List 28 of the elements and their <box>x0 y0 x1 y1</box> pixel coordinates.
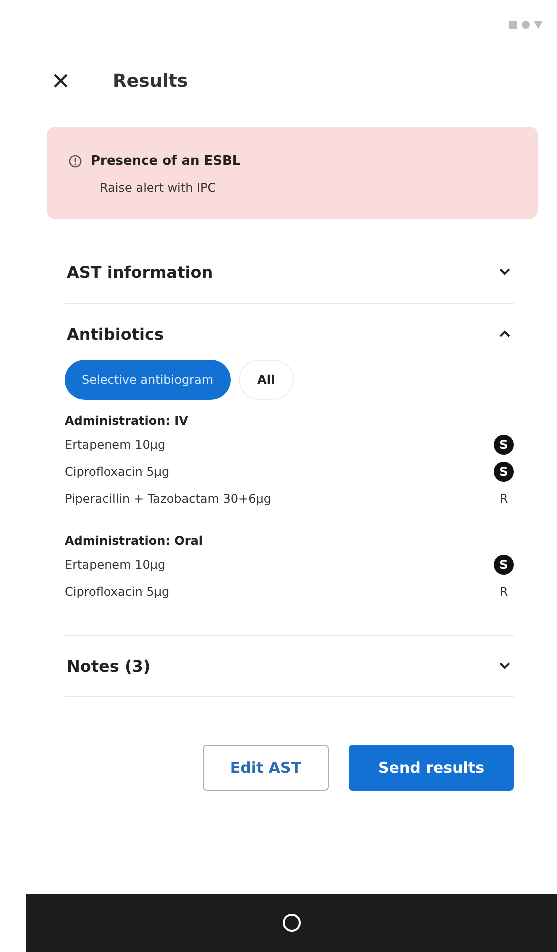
section-header[interactable]: AST information <box>65 241 514 303</box>
antibiotic-name: Ciprofloxacin 5µg <box>65 584 170 598</box>
page-title: Results <box>113 70 188 92</box>
alert-message: Raise alert with IPC <box>100 181 218 195</box>
antibiotic-name: Ertapenem 10µg <box>65 438 166 452</box>
filter-chip[interactable]: Selective antibiogram <box>65 360 231 400</box>
filter-chip[interactable]: All <box>238 360 294 400</box>
close-icon[interactable] <box>53 73 69 89</box>
alert-title: Presence of an ESBL <box>91 154 241 169</box>
chevron-up-icon <box>499 330 511 338</box>
status-icons <box>509 20 543 30</box>
group-title: Administration: Oral <box>65 534 204 548</box>
result-value: S <box>494 554 514 574</box>
antibiotic-name: Ciprofloxacin 5µg <box>65 464 170 478</box>
antibiotic-name: Ertapenem 10µg <box>65 558 166 572</box>
result-value: S <box>494 462 514 482</box>
chevron-down-icon <box>499 662 511 670</box>
home-icon[interactable] <box>282 913 302 933</box>
result-value: R <box>498 584 510 598</box>
section-header[interactable]: Notes (3) <box>65 636 514 696</box>
result-value: R <box>498 492 510 506</box>
edit-button[interactable]: Edit AST <box>203 745 329 791</box>
group-title: Administration: IV <box>65 414 190 428</box>
antibiotic-name: Piperacillin + Tazobactam 30+6µg <box>65 492 272 506</box>
result-value: S <box>494 434 514 454</box>
chevron-down-icon <box>499 268 511 276</box>
info-icon <box>69 155 82 168</box>
send-button[interactable]: Send results <box>349 745 514 791</box>
